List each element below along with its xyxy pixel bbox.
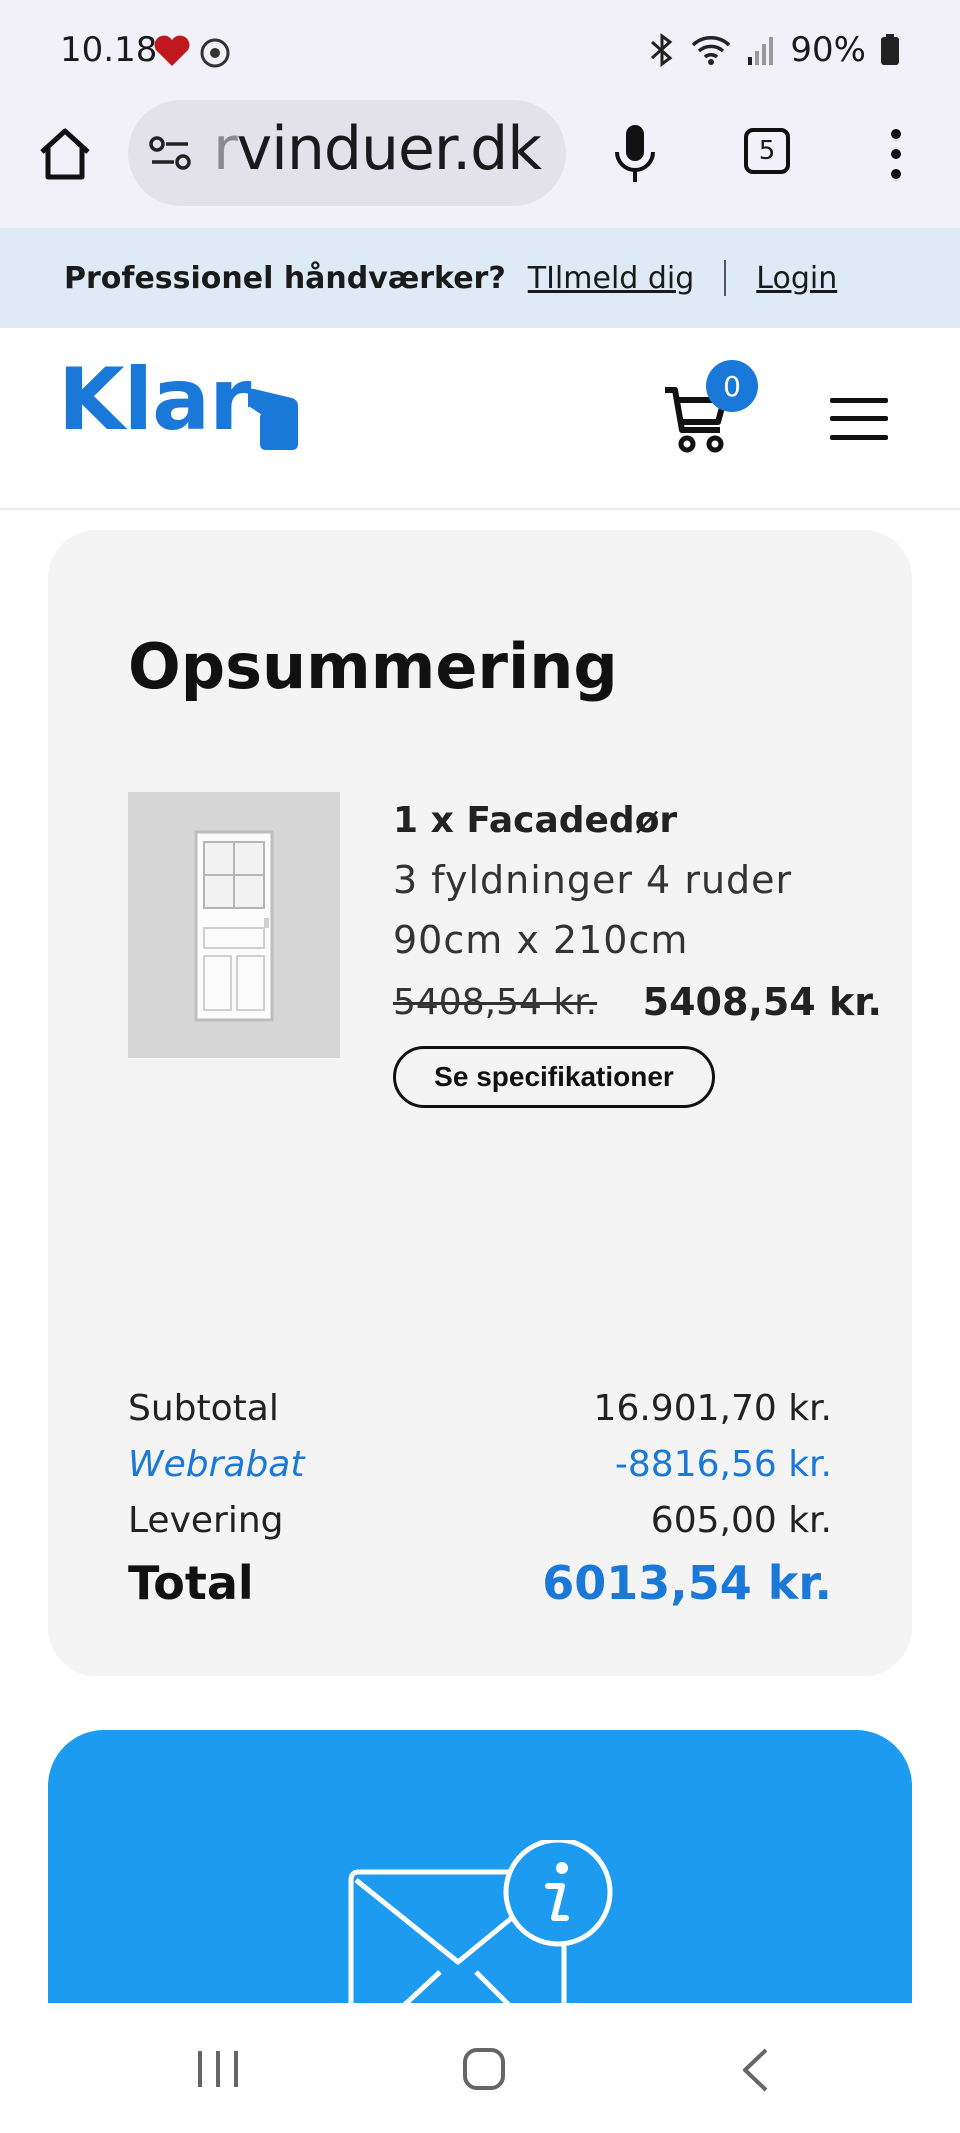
- microphone-icon[interactable]: [612, 122, 658, 188]
- url-domain: vinduer.dk: [236, 114, 542, 184]
- professional-bar: Professionel håndværker? TIlmeld dig Log…: [0, 228, 960, 328]
- delivery-row: Levering 605,00 kr.: [128, 1500, 832, 1541]
- total-value: 6013,54 kr.: [542, 1556, 832, 1610]
- site-header: Klar 0: [0, 328, 960, 510]
- wifi-icon: [692, 36, 731, 65]
- url-bar[interactable]: rvinduer.dk: [128, 100, 566, 206]
- home-icon[interactable]: [36, 126, 94, 182]
- battery-icon: [881, 34, 899, 65]
- tab-switcher-button[interactable]: 5: [744, 128, 790, 174]
- gear-badge-icon: [200, 38, 230, 68]
- item-old-price: 5408,54 kr.: [393, 982, 598, 1023]
- back-icon[interactable]: [740, 2047, 770, 2093]
- total-label: Total: [128, 1556, 254, 1610]
- summary-title: Opsummering: [128, 630, 618, 703]
- item-title: 1 x Facadedør: [393, 800, 678, 841]
- cart-count-badge: 0: [706, 360, 758, 412]
- url-faded-prefix: r: [213, 114, 238, 184]
- logo-text[interactable]: Klar: [58, 350, 252, 450]
- item-price: 5408,54 kr.: [642, 980, 882, 1024]
- pro-question: Professionel håndværker?: [64, 260, 506, 296]
- discount-value: -8816,56 kr.: [614, 1444, 832, 1485]
- more-menu-icon[interactable]: [886, 126, 906, 182]
- delivery-value: 605,00 kr.: [650, 1500, 832, 1541]
- heart-notification-icon: [154, 35, 190, 66]
- status-bar: 10.18 90%: [0, 0, 960, 100]
- login-link[interactable]: Login: [756, 261, 837, 296]
- status-time: 10.18: [60, 30, 158, 70]
- subtotal-row: Subtotal 16.901,70 kr.: [128, 1388, 832, 1429]
- logo-mark-icon: [246, 388, 298, 450]
- site-settings-icon[interactable]: [148, 134, 194, 174]
- hamburger-menu-icon[interactable]: [830, 398, 888, 440]
- pro-divider: [724, 260, 727, 296]
- url-text[interactable]: rvinduer.dk: [213, 114, 542, 184]
- battery-percent: 90%: [790, 30, 866, 70]
- discount-label: Webrabat: [128, 1444, 305, 1485]
- item-size: 90cm x 210cm: [393, 918, 689, 962]
- status-right: 90%: [648, 30, 900, 70]
- bluetooth-icon: [651, 33, 673, 67]
- order-summary-card: Opsummering 1 x Facadedør 3 fyldninger 4…: [48, 530, 912, 1676]
- tab-count: 5: [758, 136, 776, 166]
- home-button-icon[interactable]: [462, 2047, 506, 2091]
- recent-apps-icon[interactable]: [196, 2049, 240, 2089]
- subtotal-label: Subtotal: [128, 1388, 279, 1429]
- discount-row: Webrabat -8816,56 kr.: [128, 1444, 832, 1485]
- signup-link[interactable]: TIlmeld dig: [528, 261, 695, 296]
- signal-icon: [748, 37, 774, 65]
- door-image: [194, 830, 274, 1022]
- envelope-info-icon: [348, 1840, 613, 2010]
- subtotal-value: 16.901,70 kr.: [593, 1388, 832, 1429]
- system-nav-bar: [0, 2003, 960, 2133]
- product-thumbnail: [128, 792, 340, 1058]
- specifications-button[interactable]: Se specifikationer: [393, 1046, 715, 1108]
- cart-count: 0: [723, 369, 741, 403]
- delivery-label: Levering: [128, 1500, 284, 1541]
- total-row: Total 6013,54 kr.: [128, 1556, 832, 1610]
- newsletter-info-card: [48, 1730, 912, 2010]
- item-variant: 3 fyldninger 4 ruder: [393, 858, 793, 902]
